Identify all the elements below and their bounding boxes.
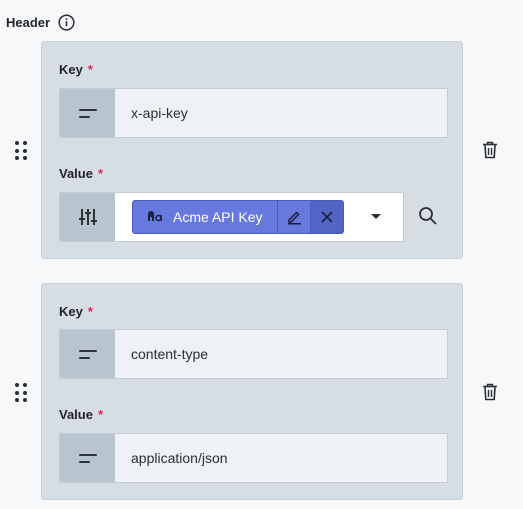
edit-icon[interactable] [276,201,310,233]
trash-icon [483,141,497,159]
key-value: content-type [131,346,209,362]
trash-icon [483,383,497,401]
remove-icon[interactable] [309,201,343,233]
secret-chip[interactable]: Acme API Key [132,200,344,234]
delete-row-button[interactable] [482,383,498,401]
text-type-icon [60,330,115,378]
value-label: Value * [59,407,104,422]
chevron-down-icon[interactable] [371,214,381,219]
required-marker: * [97,166,104,181]
required-marker: * [97,407,104,422]
delete-row-button[interactable] [482,141,498,159]
info-icon[interactable] [58,14,75,31]
text-type-icon [60,89,115,137]
header-row-card: Key * content-type Value * application/jso… [41,283,463,500]
drag-handle[interactable] [15,141,29,161]
text-type-icon [60,434,115,482]
search-icon[interactable] [418,206,438,226]
header-row-card: Key * x-api-key Value * Acme API Key [41,41,463,259]
key-field[interactable]: content-type [59,329,448,379]
section-title: Header [6,15,51,30]
sliders-icon[interactable] [60,193,115,241]
key-label: Key * [59,304,93,319]
drag-handle[interactable] [15,383,29,403]
secret-icon [147,209,163,226]
required-marker: * [87,304,93,319]
required-marker: * [87,62,93,77]
value-value: application/json [131,450,228,466]
key-value: x-api-key [131,105,188,121]
section-header: Header [6,14,75,31]
secret-chip-label: Acme API Key [173,209,263,225]
key-field[interactable]: x-api-key [59,88,448,138]
key-label: Key * [59,62,93,77]
value-label: Value * [59,166,104,181]
value-field[interactable]: Acme API Key [59,192,404,242]
value-field[interactable]: application/json [59,433,448,483]
